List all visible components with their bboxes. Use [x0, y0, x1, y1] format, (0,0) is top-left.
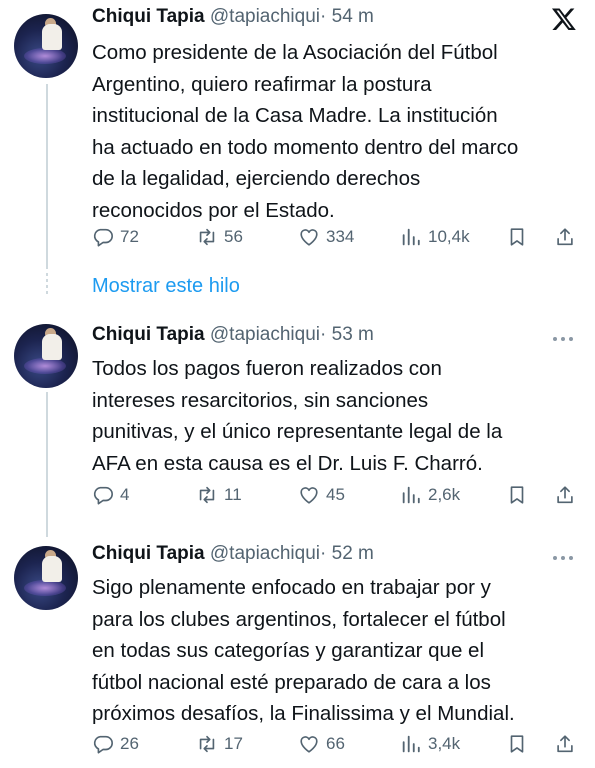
like-icon [300, 736, 318, 753]
share-button[interactable] [554, 484, 576, 506]
tweet-header: Chiqui Tapia @tapiachiqui· 53 m [92, 324, 374, 346]
more-icon[interactable] [553, 334, 577, 344]
tweet-text: Todos los pagos fueron realizados con in… [92, 353, 572, 479]
views-count: 2,6k [428, 485, 461, 504]
thread-line [46, 392, 48, 537]
bookmark-button[interactable] [506, 484, 528, 506]
separator-dot: · [320, 324, 327, 345]
retweet-icon [199, 228, 215, 246]
author-name[interactable]: Chiqui Tapia [92, 324, 205, 345]
tweet-text-line: intereses resarcitorios, sin sanciones [92, 388, 429, 412]
retweet-button[interactable]: 11 [196, 484, 242, 506]
bookmark-button[interactable] [506, 733, 528, 755]
bookmark-icon [510, 735, 524, 753]
tweet-text-line: Como presidente de la Asociación del Fút… [92, 41, 498, 64]
thread-gap-dots [46, 273, 48, 297]
share-button[interactable] [554, 733, 576, 755]
views-button[interactable]: 2,6k [400, 484, 460, 506]
tweet-text-line: AFA en esta causa es el Dr. Luis F. Char… [92, 451, 483, 475]
share-icon [557, 735, 573, 753]
tweet-text-line: ha actuado en todo momento dentro del ma… [92, 135, 519, 159]
retweet-count: 17 [224, 734, 243, 753]
reply-count: 4 [120, 485, 130, 504]
views-button[interactable]: 3,4k [400, 733, 460, 755]
thread-line [46, 84, 48, 269]
tweet-text: Como presidente de la Asociación del Fút… [92, 37, 572, 226]
tweet-text-line: Argentino, quiero reafirmar la postura [92, 72, 432, 96]
retweet-icon [199, 486, 215, 504]
author-name[interactable]: Chiqui Tapia [92, 6, 205, 27]
author-handle[interactable]: @tapiachiqui [210, 543, 320, 564]
tweet-text-line: para los clubes argentinos, fortalecer e… [92, 607, 506, 631]
reply-icon [93, 735, 113, 754]
x-logo-icon[interactable] [551, 6, 577, 32]
separator-dot: · [320, 543, 327, 564]
retweet-count: 11 [224, 485, 242, 504]
tweet-text-line: punitivas, y el único representante lega… [92, 420, 503, 443]
views-count: 10,4k [428, 227, 470, 246]
reply-count: 72 [120, 227, 139, 246]
tweet-header: Chiqui Tapia @tapiachiqui· 54 m [92, 6, 374, 28]
views-icon [402, 735, 420, 753]
author-handle[interactable]: @tapiachiqui [210, 6, 320, 27]
reply-button[interactable]: 72 [92, 226, 139, 248]
action-bar: 26 17 66 3,4k [92, 733, 582, 759]
action-bar: 4 11 45 2,6k [92, 484, 582, 510]
timestamp[interactable]: 52 m [332, 543, 374, 564]
like-count: 66 [326, 734, 345, 753]
views-icon [402, 228, 420, 246]
bookmark-button[interactable] [506, 226, 528, 248]
retweet-button[interactable]: 17 [196, 733, 243, 755]
like-button[interactable]: 66 [298, 733, 345, 755]
reply-button[interactable]: 26 [92, 733, 139, 755]
action-bar: 72 56 334 10,4k [92, 226, 582, 252]
tweet-text-line: reconocidos por el Estado. [92, 198, 335, 222]
tweet-text-line: Todos los pagos fueron realizados con [92, 357, 442, 380]
views-button[interactable]: 10,4k [400, 226, 470, 248]
author-name[interactable]: Chiqui Tapia [92, 543, 205, 564]
bookmark-icon [510, 486, 524, 504]
reply-count: 26 [120, 734, 139, 753]
avatar[interactable] [14, 546, 78, 610]
retweet-count: 56 [224, 227, 243, 246]
like-button[interactable]: 334 [298, 226, 354, 248]
views-icon [402, 486, 420, 504]
timestamp[interactable]: 54 m [332, 6, 374, 27]
retweet-icon [199, 735, 215, 753]
share-icon [557, 228, 573, 246]
more-icon[interactable] [553, 553, 577, 563]
tweet-text-line: próximos desafíos, la Finalissima y el M… [92, 702, 515, 725]
tweet-text-line: institucional de la Casa Madre. La insti… [92, 104, 498, 127]
like-icon [300, 487, 318, 504]
author-handle[interactable]: @tapiachiqui [210, 324, 320, 345]
reply-icon [93, 228, 113, 247]
tweet-text-line: de la legalidad, ejerciendo derechos [92, 167, 421, 190]
views-count: 3,4k [428, 734, 461, 753]
retweet-button[interactable]: 56 [196, 226, 243, 248]
like-button[interactable]: 45 [298, 484, 345, 506]
avatar[interactable] [14, 324, 78, 388]
reply-icon [93, 486, 113, 505]
reply-button[interactable]: 4 [92, 484, 129, 506]
timestamp[interactable]: 53 m [332, 324, 374, 345]
like-icon [300, 229, 318, 246]
share-icon [557, 486, 573, 504]
tweet-header: Chiqui Tapia @tapiachiqui· 52 m [92, 543, 374, 565]
share-button[interactable] [554, 226, 576, 248]
tweet-text: Sigo plenamente enfocado en trabajar por… [92, 572, 572, 730]
tweet-text-line: Sigo plenamente enfocado en trabajar por… [92, 576, 491, 599]
tweet-text-line: fútbol nacional esté preparado de cara a… [92, 670, 491, 694]
like-count: 45 [326, 485, 345, 504]
tweet-text-line: en todas sus categorías y garantizar que… [92, 639, 485, 662]
show-thread-link[interactable]: Mostrar este hilo [92, 275, 240, 298]
separator-dot: · [320, 6, 327, 27]
bookmark-icon [510, 228, 524, 246]
like-count: 334 [326, 227, 355, 246]
avatar[interactable] [14, 14, 78, 78]
